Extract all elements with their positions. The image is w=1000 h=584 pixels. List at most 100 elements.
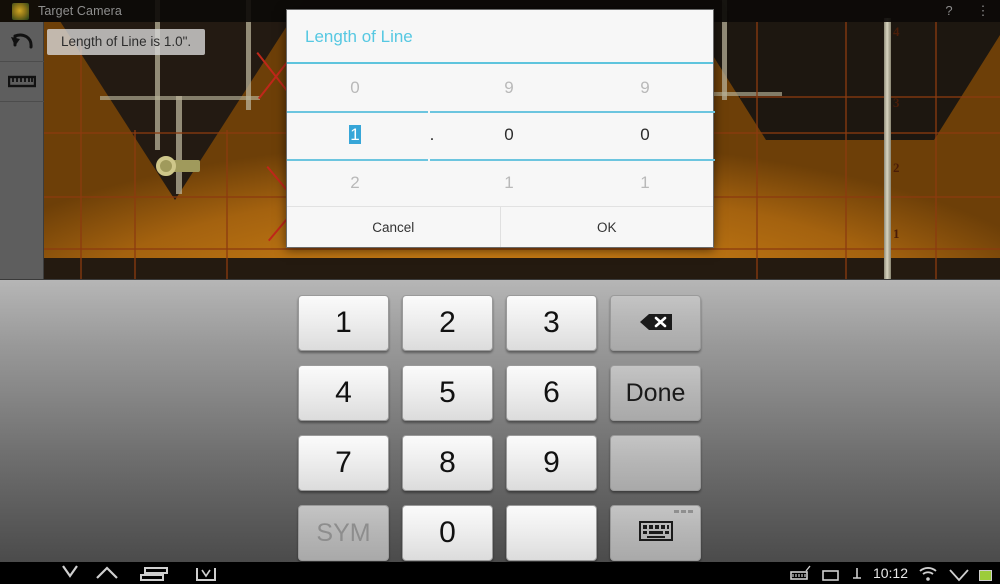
back-icon[interactable] <box>55 562 85 584</box>
picker-below-ones[interactable]: 2 <box>287 173 423 193</box>
keywrap-blank-bottom <box>503 498 600 568</box>
keywrap-6: 6 <box>503 358 600 428</box>
picker-above-tenths[interactable]: 9 <box>441 78 577 98</box>
keyboard-active-icon[interactable] <box>790 562 812 584</box>
scale-tick-4: 4 <box>893 24 900 39</box>
keyboard-options-dots-icon <box>674 510 693 513</box>
camera-grid-v4 <box>756 22 758 279</box>
scale-tick-1: 1 <box>893 226 900 241</box>
undo-tool[interactable] <box>0 22 44 62</box>
tool-strip <box>0 22 44 279</box>
ok-button[interactable]: OK <box>501 207 714 247</box>
keywrap-2: 2 <box>399 288 496 358</box>
key-blank-bottom[interactable] <box>506 505 597 561</box>
picker-row-below[interactable]: 2 1 1 <box>287 159 713 206</box>
key-8[interactable]: 8 <box>402 435 493 491</box>
key-done[interactable]: Done <box>610 365 701 421</box>
download-icon <box>850 562 864 584</box>
key-3[interactable]: 3 <box>506 295 597 351</box>
keywrap-4: 4 <box>295 358 392 428</box>
picker-current-hundredths[interactable]: 0 <box>577 125 713 145</box>
keywrap-1: 1 <box>295 288 392 358</box>
keywrap-8: 8 <box>399 428 496 498</box>
signal-icon <box>948 562 970 584</box>
camera-grid-v3 <box>226 130 228 279</box>
key-9[interactable]: 9 <box>506 435 597 491</box>
backspace-icon <box>638 306 674 340</box>
wifi-icon <box>917 562 939 584</box>
key-blank-right[interactable] <box>610 435 701 491</box>
keypad: 1 2 3 4 5 6 Done 7 8 9 SYM 0 <box>295 288 704 568</box>
undo-arrow-icon <box>9 32 35 52</box>
cancel-button[interactable]: Cancel <box>287 207 500 247</box>
picker-current-tenths[interactable]: 0 <box>441 125 577 145</box>
number-picker[interactable]: 0 9 9 1 . 0 0 2 1 1 <box>287 64 715 206</box>
key-2[interactable]: 2 <box>402 295 493 351</box>
picker-divider-top-right <box>430 111 715 113</box>
picker-decimal-separator: . <box>429 125 435 144</box>
sd-card-icon <box>821 562 841 584</box>
battery-icon <box>979 570 992 581</box>
camera-grid-v2 <box>134 130 136 279</box>
camera-nozzle-ring <box>156 156 176 176</box>
nav-bar-left-group <box>0 562 233 584</box>
scale-tick-3: 3 <box>893 95 900 110</box>
keywrap-5: 5 <box>399 358 496 428</box>
key-0[interactable]: 0 <box>402 505 493 561</box>
home-icon[interactable] <box>85 562 129 584</box>
keywrap-blank-right <box>607 428 704 498</box>
camera-dark-band-bottom <box>40 258 1000 279</box>
keywrap-3: 3 <box>503 288 600 358</box>
picker-divider-bottom-left <box>287 159 428 161</box>
measure-tool[interactable] <box>0 62 44 102</box>
page-title: Target Camera <box>38 4 122 18</box>
recent-apps-icon[interactable] <box>129 562 181 584</box>
camera-bar-4 <box>176 96 182 194</box>
key-backspace[interactable] <box>610 295 701 351</box>
ruler-icon <box>8 74 36 89</box>
camera-grid-h3 <box>44 248 1000 250</box>
screenshot-icon[interactable] <box>181 562 233 584</box>
dialog-title: Length of Line <box>287 10 713 64</box>
picker-above-hundredths[interactable]: 9 <box>577 78 713 98</box>
keywrap-sym: SYM <box>295 498 392 568</box>
picker-selected-digit[interactable]: 1 <box>349 125 361 144</box>
overflow-menu-icon[interactable]: ⋮ <box>966 0 1000 22</box>
camera-measure-pole <box>884 18 891 279</box>
toast-message: Length of Line is 1.0". <box>47 29 206 55</box>
picker-current-ones[interactable]: 1 <box>287 125 423 145</box>
picker-above-ones[interactable]: 0 <box>287 78 423 98</box>
picker-row-current[interactable]: 1 . 0 0 <box>287 111 713 159</box>
picker-below-hundredths[interactable]: 1 <box>577 173 713 193</box>
target-camera-app-icon <box>12 2 29 20</box>
dialog-button-row: Cancel OK <box>287 206 713 247</box>
picker-divider-bottom-right <box>430 159 715 161</box>
key-6[interactable]: 6 <box>506 365 597 421</box>
key-1[interactable]: 1 <box>298 295 389 351</box>
keywrap-9: 9 <box>503 428 600 498</box>
keywrap-switch-keyboard <box>607 498 704 568</box>
picker-divider-top-left <box>287 111 428 113</box>
keywrap-backspace <box>607 288 704 358</box>
key-switch-keyboard[interactable] <box>610 505 701 561</box>
nav-bar-right-group: 10:12 <box>790 562 992 584</box>
system-nav-bar: 10:12 <box>0 562 1000 584</box>
camera-grid-h4 <box>740 96 1000 98</box>
picker-below-tenths[interactable]: 1 <box>441 173 577 193</box>
question-mark-icon[interactable]: ? <box>932 0 966 22</box>
tablet-screen: 4 3 2 1 Target Camera ? ⋮ Length of Line… <box>0 0 1000 584</box>
length-of-line-dialog: Length of Line 0 9 9 1 . 0 0 2 1 1 Cance… <box>286 9 715 248</box>
keywrap-done: Done <box>607 358 704 428</box>
camera-grid-v6 <box>935 22 937 279</box>
status-clock: 10:12 <box>872 565 908 581</box>
key-5[interactable]: 5 <box>402 365 493 421</box>
camera-grid-v5 <box>845 22 847 279</box>
camera-bar-1 <box>155 0 160 150</box>
keywrap-7: 7 <box>295 428 392 498</box>
key-4[interactable]: 4 <box>298 365 389 421</box>
picker-row-above[interactable]: 0 9 9 <box>287 64 713 111</box>
camera-grid-v1 <box>80 40 82 279</box>
keywrap-0: 0 <box>399 498 496 568</box>
key-7[interactable]: 7 <box>298 435 389 491</box>
key-sym[interactable]: SYM <box>298 505 389 561</box>
